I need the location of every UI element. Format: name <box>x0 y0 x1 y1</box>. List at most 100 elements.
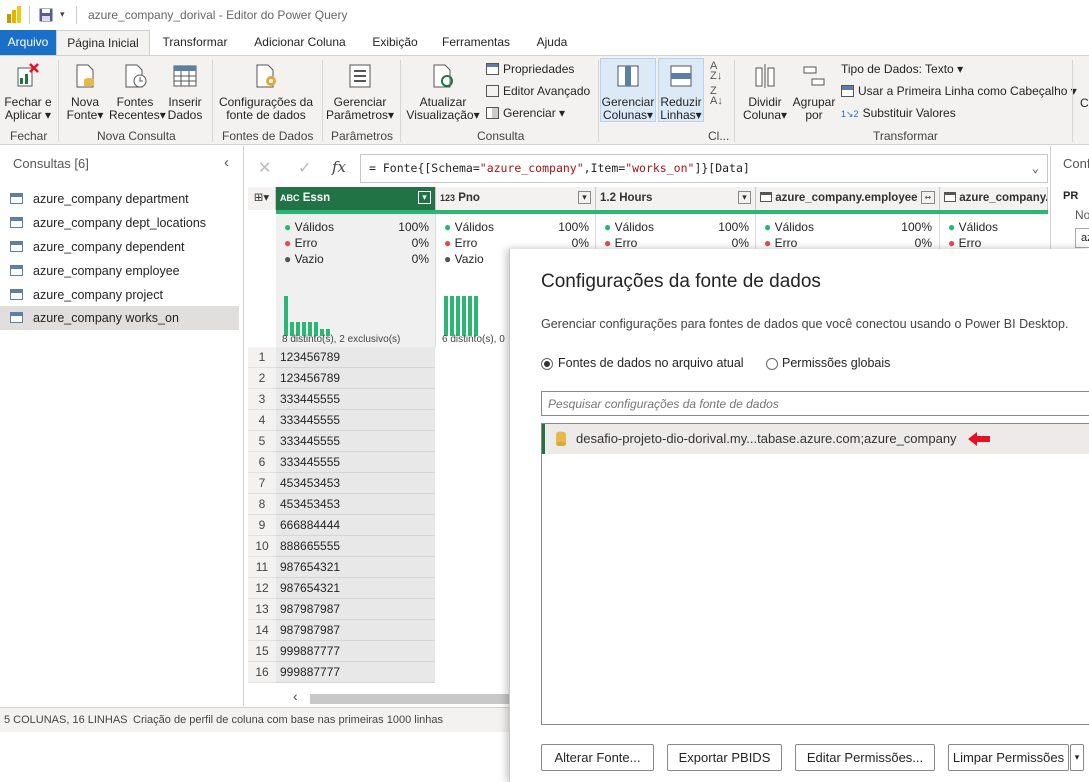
clear-permissions-button[interactable]: Limpar Permissões <box>948 744 1069 771</box>
table-cell-essn[interactable]: 999887777 <box>276 662 435 683</box>
table-cell-essn[interactable]: 453453453 <box>276 494 435 515</box>
radio-global-permissions[interactable] <box>766 358 778 370</box>
properties-button[interactable]: Propriedades <box>486 62 574 76</box>
tab-exibicao[interactable]: Exibição <box>362 30 428 55</box>
recent-sources-button[interactable]: Fontes Recentes▾ <box>109 62 166 122</box>
table-cell-essn[interactable]: 987987987 <box>276 620 435 641</box>
row-number[interactable]: 5 <box>248 431 276 452</box>
query-item-selected[interactable]: azure_company works_on <box>0 306 239 330</box>
row-number[interactable]: 9 <box>248 515 276 536</box>
ribbon: Fechar e Aplicar ▾ Nova Fonte▾ Fontes Re… <box>0 55 1089 145</box>
filter-dropdown-icon[interactable]: ▾ <box>418 191 431 204</box>
collapse-pane-icon[interactable]: ‹ <box>224 154 229 171</box>
tab-ajuda[interactable]: Ajuda <box>526 30 578 55</box>
query-item[interactable]: azure_company department <box>0 187 239 211</box>
column-header-hours[interactable]: 1.2 Hours ▾ <box>596 187 756 210</box>
row-number[interactable]: 1 <box>248 347 276 368</box>
table-cell-essn[interactable]: 987654321 <box>276 578 435 599</box>
data-source-settings-button[interactable]: Configurações da fonte de dados <box>216 62 316 122</box>
table-menu-icon[interactable]: ⊞▾ <box>248 187 276 210</box>
formula-input[interactable]: = Fonte{[Schema="azure_company",Item="wo… <box>360 154 1048 183</box>
table-cell-essn[interactable]: 666884444 <box>276 515 435 536</box>
tab-adicionar-coluna[interactable]: Adicionar Coluna <box>244 30 356 55</box>
tab-transformar[interactable]: Transformar <box>152 30 238 55</box>
scroll-left-icon[interactable]: ‹ <box>293 688 298 704</box>
scrollbar-thumb[interactable] <box>310 694 510 704</box>
manage-button[interactable]: Gerenciar ▾ <box>486 106 565 120</box>
split-column-button[interactable]: Dividir Coluna▾ <box>740 62 790 122</box>
sort-descending-icon[interactable]: Z A↓ <box>710 86 723 107</box>
change-source-button[interactable]: Alterar Fonte... <box>541 744 654 771</box>
table-cell-essn[interactable]: 123456789 <box>276 368 435 389</box>
data-type-dropdown[interactable]: Tipo de Dados: Texto ▾ <box>841 62 963 76</box>
query-item[interactable]: azure_company dept_locations <box>0 211 239 235</box>
save-icon[interactable] <box>39 8 53 22</box>
advanced-editor-button[interactable]: Editor Avançado <box>486 84 590 98</box>
manage-parameters-button[interactable]: Gerenciar Parâmetros▾ <box>326 62 394 122</box>
cancel-formula-icon[interactable]: ✕ <box>258 158 271 178</box>
close-apply-button[interactable]: Fechar e Aplicar ▾ <box>4 62 52 122</box>
manage-columns-button[interactable]: Gerenciar Colunas▾ <box>600 62 656 122</box>
table-cell-essn[interactable]: 123456789 <box>276 347 435 368</box>
table-icon <box>173 65 197 87</box>
column-header-employee[interactable]: azure_company.employee ⇿ <box>756 187 940 210</box>
table-cell-essn[interactable]: 333445555 <box>276 389 435 410</box>
row-number[interactable]: 7 <box>248 473 276 494</box>
column-header-pno[interactable]: 123 Pno ▾ <box>436 187 596 210</box>
group-by-button[interactable]: Agrupar por <box>790 62 838 122</box>
filter-dropdown-icon[interactable]: ▾ <box>578 191 591 204</box>
refresh-preview-button[interactable]: Atualizar Visualização▾ <box>404 62 482 122</box>
row-number[interactable]: 16 <box>248 662 276 683</box>
export-pbids-button[interactable]: Exportar PBIDS <box>667 744 782 771</box>
row-number[interactable]: 13 <box>248 599 276 620</box>
row-number[interactable]: 14 <box>248 620 276 641</box>
row-number[interactable]: 12 <box>248 578 276 599</box>
fx-icon[interactable]: fx <box>332 158 346 176</box>
row-number[interactable]: 15 <box>248 641 276 662</box>
sort-ascending-icon[interactable]: A Z↓ <box>710 61 722 82</box>
column-header-azure-company[interactable]: azure_company. <box>940 187 1048 210</box>
data-source-item[interactable]: desafio-projeto-dio-dorival.my...tabase.… <box>542 424 1089 454</box>
reduce-rows-button[interactable]: Reduzir Linhas▾ <box>658 62 704 122</box>
data-source-list: desafio-projeto-dio-dorival.my...tabase.… <box>541 423 1089 725</box>
insert-data-button[interactable]: Inserir Dados <box>163 62 207 122</box>
radio-current-file[interactable] <box>541 358 553 370</box>
filter-dropdown-icon[interactable]: ▾ <box>738 191 751 204</box>
table-cell-essn[interactable]: 999887777 <box>276 641 435 662</box>
tab-arquivo[interactable]: Arquivo <box>0 30 56 55</box>
clear-permissions-dropdown-icon[interactable]: ▾ <box>1070 744 1084 771</box>
query-item[interactable]: azure_company project <box>0 283 239 307</box>
use-first-row-header-button[interactable]: Usar a Primeira Linha como Cabeçalho ▾ <box>841 84 1077 98</box>
expand-column-icon[interactable]: ⇿ <box>921 191 935 204</box>
row-number[interactable]: 2 <box>248 368 276 389</box>
table-cell-essn[interactable]: 333445555 <box>276 452 435 473</box>
expand-formula-icon[interactable]: ⌄ <box>1032 155 1039 182</box>
table-cell-essn[interactable]: 987987987 <box>276 599 435 620</box>
horizontal-scrollbar[interactable]: ‹ <box>288 688 518 706</box>
tab-ferramentas[interactable]: Ferramentas <box>436 30 516 55</box>
table-cell-essn[interactable]: 888665555 <box>276 536 435 557</box>
table-cell-essn[interactable]: 453453453 <box>276 473 435 494</box>
column-header-essn[interactable]: ABC Essn ▾ <box>276 187 436 210</box>
search-settings-input[interactable] <box>541 391 1089 416</box>
edit-permissions-button[interactable]: Editar Permissões... <box>795 744 935 771</box>
commit-formula-icon[interactable]: ✓ <box>298 158 311 178</box>
query-item[interactable]: azure_company employee <box>0 259 239 283</box>
tab-pagina-inicial[interactable]: Página Inicial <box>56 30 150 55</box>
table-header-icon <box>841 85 854 97</box>
row-number[interactable]: 8 <box>248 494 276 515</box>
replace-values-button[interactable]: 1↘2 Substituir Valores <box>841 106 956 120</box>
row-number[interactable]: 6 <box>248 452 276 473</box>
table-cell-essn[interactable]: 333445555 <box>276 431 435 452</box>
row-number[interactable]: 3 <box>248 389 276 410</box>
row-number[interactable]: 11 <box>248 557 276 578</box>
row-number[interactable]: 10 <box>248 536 276 557</box>
table-cell-essn[interactable]: 987654321 <box>276 557 435 578</box>
quick-access-dropdown-icon[interactable]: ▾ <box>60 9 65 20</box>
query-name-input[interactable]: az <box>1075 228 1089 248</box>
new-source-button[interactable]: Nova Fonte▾ <box>63 62 107 122</box>
query-item[interactable]: azure_company dependent <box>0 235 239 259</box>
table-cell-essn[interactable]: 333445555 <box>276 410 435 431</box>
split-column-icon <box>755 64 775 88</box>
row-number[interactable]: 4 <box>248 410 276 431</box>
